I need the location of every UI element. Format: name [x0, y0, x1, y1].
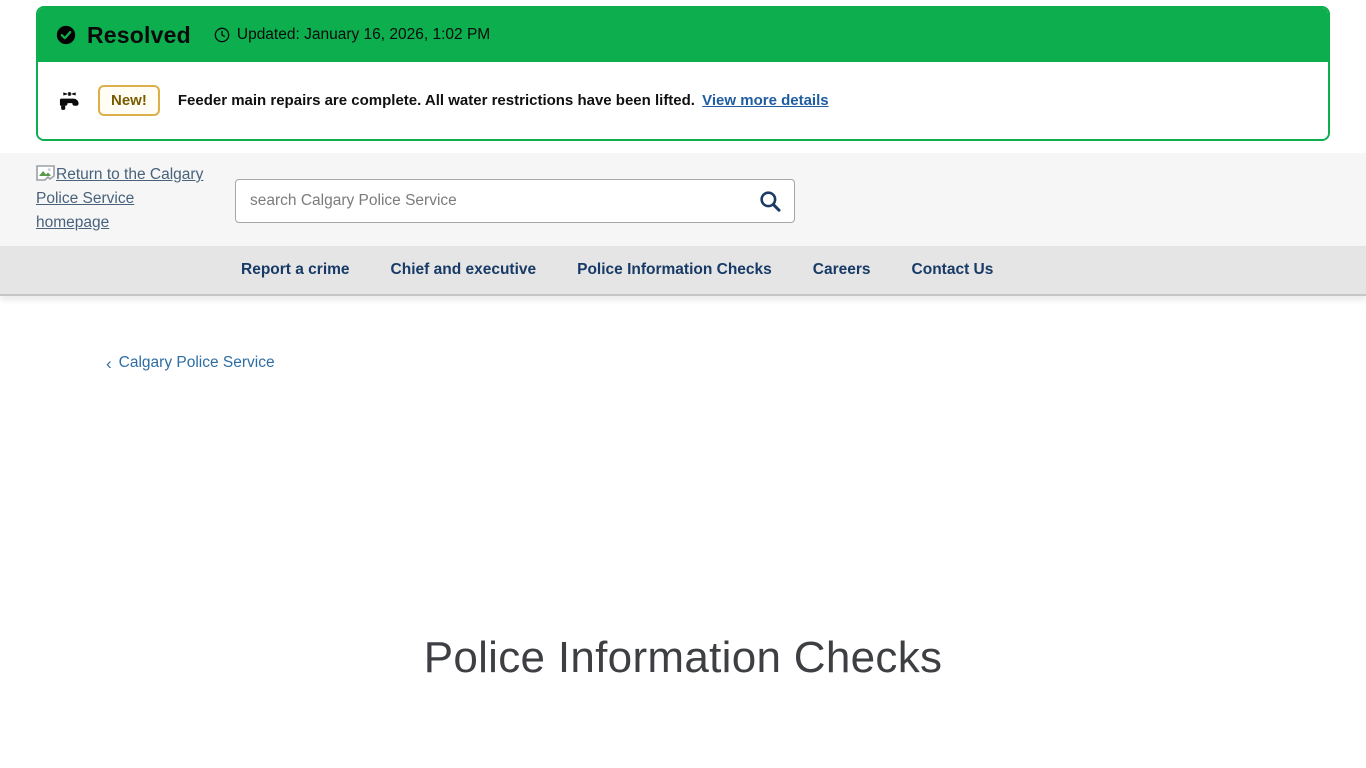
alert-message: Feeder main repairs are complete. All wa… [178, 92, 829, 109]
status-alert-card: Resolved Updated: January 16, 2026, 1:02… [36, 6, 1330, 141]
status-label: Resolved [87, 22, 191, 49]
main-navigation: Report a crime Chief and executive Polic… [0, 246, 1366, 296]
view-more-details-link[interactable]: View more details [702, 92, 828, 109]
breadcrumb-label: Calgary Police Service [119, 354, 275, 372]
search-button[interactable] [753, 185, 787, 217]
clock-icon [214, 27, 230, 43]
status-body: New! Feeder main repairs are complete. A… [38, 62, 1328, 139]
broken-image-icon [36, 165, 55, 181]
status-header: Resolved Updated: January 16, 2026, 1:02… [38, 8, 1328, 62]
nav-item-contact-us[interactable]: Contact Us [912, 261, 994, 279]
search-input[interactable] [235, 179, 795, 223]
breadcrumb[interactable]: ‹ Calgary Police Service [106, 354, 275, 372]
alert-message-text: Feeder main repairs are complete. All wa… [178, 92, 695, 109]
nav-item-police-information-checks[interactable]: Police Information Checks [577, 261, 772, 279]
page: Resolved Updated: January 16, 2026, 1:02… [0, 0, 1366, 768]
updated-timestamp: Updated: January 16, 2026, 1:02 PM [237, 26, 490, 44]
logo-alt-text: Return to the Calgary Police Service hom… [36, 166, 203, 231]
search-icon [757, 188, 783, 214]
page-title: Police Information Checks [0, 633, 1366, 683]
homepage-logo-link[interactable]: Return to the Calgary Police Service hom… [36, 163, 208, 235]
updated-wrap: Updated: January 16, 2026, 1:02 PM [214, 26, 490, 44]
chevron-left-icon: ‹ [106, 355, 112, 372]
new-badge: New! [98, 85, 160, 116]
nav-item-chief-and-executive[interactable]: Chief and executive [391, 261, 537, 279]
faucet-icon [56, 87, 83, 114]
site-header: Return to the Calgary Police Service hom… [0, 153, 1366, 246]
search-box [235, 179, 795, 223]
nav-item-report-a-crime[interactable]: Report a crime [241, 261, 350, 279]
check-circle-icon [56, 25, 76, 45]
nav-item-careers[interactable]: Careers [813, 261, 871, 279]
